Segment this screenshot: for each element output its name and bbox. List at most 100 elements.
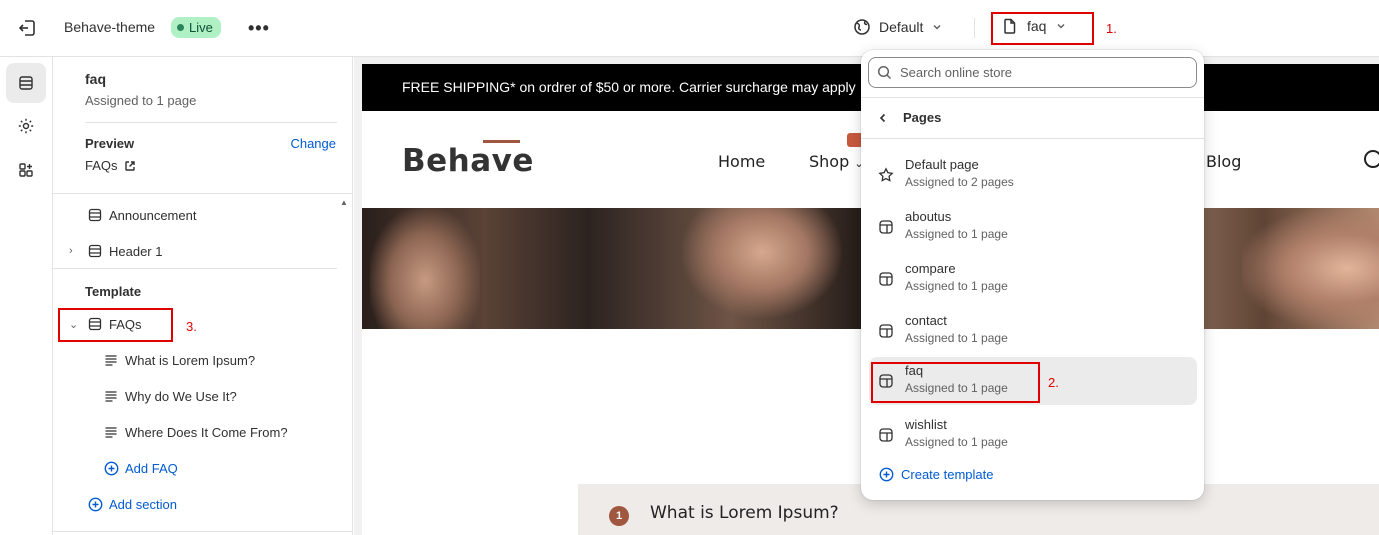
template-item-subtitle: Assigned to 1 page <box>905 227 1008 241</box>
block-item[interactable]: What is Lorem Ipsum? <box>53 345 353 375</box>
annotation-label-1: 1. <box>1106 21 1117 36</box>
block-item[interactable]: Why do We Use It? <box>53 381 353 411</box>
page-template-icon <box>879 220 893 234</box>
search-field[interactable] <box>868 57 1197 88</box>
pages-label: Pages <box>903 110 942 125</box>
divider <box>85 122 337 123</box>
add-faq-button[interactable]: Add FAQ <box>53 453 353 483</box>
template-item-default-page[interactable]: Default page Assigned to 2 pages <box>869 151 1197 199</box>
section-icon <box>87 243 103 259</box>
divider <box>53 531 353 532</box>
template-subtitle: Assigned to 1 page <box>85 93 197 108</box>
template-item-title: Default page <box>905 157 979 172</box>
template-item-title: wishlist <box>905 417 947 432</box>
globe-icon <box>854 19 870 35</box>
annotation-label-2: 2. <box>1048 375 1059 390</box>
hero-face <box>1242 208 1379 329</box>
plus-circle-icon <box>87 496 103 512</box>
section-icon <box>87 207 103 223</box>
live-label: Live <box>189 20 213 35</box>
annotation-box-3 <box>58 308 173 342</box>
more-actions-button[interactable]: ••• <box>248 18 270 39</box>
plus-circle-icon <box>879 467 894 482</box>
icon-rail <box>0 57 53 535</box>
hero-face <box>682 208 842 318</box>
template-item-aboutus[interactable]: aboutus Assigned to 1 page <box>869 203 1197 251</box>
apps-nav-button[interactable] <box>6 150 46 190</box>
store-logo[interactable]: Behave <box>402 140 534 179</box>
template-title: faq <box>85 71 106 87</box>
faq-number: 1 <box>609 506 629 526</box>
template-item-title: compare <box>905 261 956 276</box>
plus-circle-icon <box>103 460 119 476</box>
section-header[interactable]: › Header 1 <box>53 236 353 266</box>
logo-accent <box>483 140 520 143</box>
block-label: Why do We Use It? <box>125 388 237 404</box>
add-faq-label: Add FAQ <box>125 460 178 476</box>
add-section-button[interactable]: Add section <box>53 489 353 519</box>
context-label: Default <box>879 19 924 35</box>
sections-sidebar: faq Assigned to 1 page Preview Change FA… <box>53 57 353 535</box>
text-block-icon <box>103 388 119 404</box>
nav-shop-label: Shop <box>809 152 850 171</box>
template-dropdown: Pages Default page Assigned to 2 pages a… <box>861 50 1204 500</box>
create-template-label: Create template <box>901 467 994 482</box>
add-section-label: Add section <box>109 496 177 512</box>
external-link-icon <box>124 160 135 171</box>
live-badge: Live <box>171 17 221 38</box>
exit-icon[interactable] <box>16 17 38 39</box>
section-announcement[interactable]: Announcement <box>53 200 353 230</box>
create-template-button[interactable]: Create template <box>879 467 994 482</box>
page-template-icon <box>879 428 893 442</box>
divider <box>861 97 1204 98</box>
divider <box>974 18 975 38</box>
page-template-icon <box>879 324 893 338</box>
template-item-wishlist[interactable]: wishlist Assigned to 1 page <box>869 411 1197 459</box>
chevron-down-icon <box>933 24 941 30</box>
theme-editor: Behave-theme Live ••• Default faq 1. faq <box>0 0 1379 535</box>
chevron-left-icon <box>879 113 886 122</box>
block-label: What is Lorem Ipsum? <box>125 352 256 368</box>
nav-blog[interactable]: Blog <box>1206 152 1241 171</box>
text-block-icon <box>103 352 119 368</box>
preview-label: Preview <box>85 136 135 151</box>
theme-settings-button[interactable] <box>6 106 46 146</box>
back-to-pages-button[interactable]: Pages <box>877 110 941 125</box>
template-item-title: contact <box>905 313 947 328</box>
nav-home[interactable]: Home <box>718 152 765 171</box>
preview-page-link[interactable]: FAQs <box>85 158 136 173</box>
faq-question: What is Lorem Ipsum? <box>650 503 839 523</box>
top-bar: Behave-theme Live ••• Default faq 1. <box>0 0 1379 57</box>
annotation-box-2 <box>871 362 1040 403</box>
gear-icon <box>18 118 34 134</box>
search-icon[interactable] <box>1364 150 1379 168</box>
text-block-icon <box>103 424 119 440</box>
template-item-compare[interactable]: compare Assigned to 1 page <box>869 255 1197 303</box>
divider <box>53 193 353 194</box>
section-label: Header 1 <box>109 243 163 259</box>
sections-nav-button[interactable] <box>6 63 46 103</box>
template-item-subtitle: Assigned to 2 pages <box>905 175 1014 189</box>
divider <box>53 268 337 269</box>
block-item[interactable]: Where Does It Come From? <box>53 417 353 447</box>
preview-page-label: FAQs <box>85 158 118 173</box>
logo-text: Behave <box>402 143 534 179</box>
search-input[interactable] <box>900 65 1170 80</box>
template-item-contact[interactable]: contact Assigned to 1 page <box>869 307 1197 355</box>
chevron-right-icon[interactable]: › <box>53 245 87 257</box>
nav-shop[interactable]: Shop ⌄ <box>809 152 864 171</box>
hero-face <box>370 208 480 329</box>
annotation-label-3: 3. <box>186 319 197 334</box>
template-item-subtitle: Assigned to 1 page <box>905 435 1008 449</box>
template-item-subtitle: Assigned to 1 page <box>905 331 1008 345</box>
star-icon <box>878 167 894 182</box>
theme-name: Behave-theme <box>64 19 156 35</box>
apps-icon <box>19 163 33 177</box>
context-selector[interactable]: Default <box>853 18 943 36</box>
section-label: Announcement <box>109 207 197 223</box>
change-preview-link[interactable]: Change <box>290 136 336 151</box>
template-item-subtitle: Assigned to 1 page <box>905 279 1008 293</box>
search-icon <box>877 65 892 80</box>
block-label: Where Does It Come From? <box>125 424 288 440</box>
sections-icon <box>19 76 33 90</box>
